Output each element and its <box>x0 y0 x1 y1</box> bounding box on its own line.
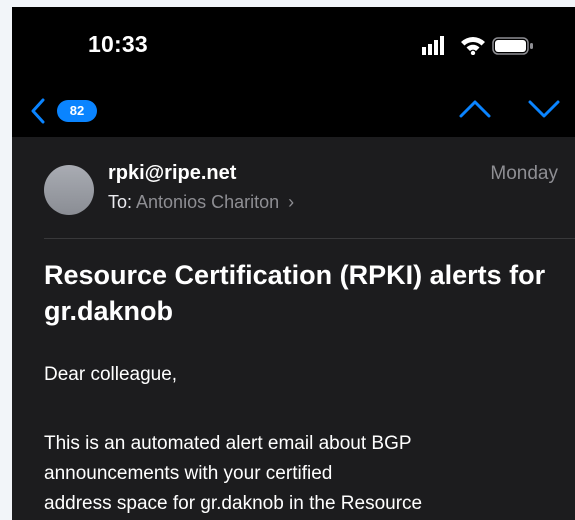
status-icons <box>422 35 562 56</box>
to-label: To: <box>108 192 133 212</box>
previous-message-button[interactable] <box>458 98 492 125</box>
recipient-name: Antonios Chariton <box>136 192 280 212</box>
chevron-left-icon <box>30 98 46 129</box>
unread-count-badge: 82 <box>57 100 97 122</box>
recipient-line[interactable]: To: Antonios Chariton › <box>108 192 294 213</box>
message-body: This is an automated alert email about B… <box>44 429 564 519</box>
signal-icon <box>422 35 452 60</box>
status-time: 10:33 <box>88 31 148 57</box>
battery-icon <box>492 37 534 60</box>
wifi-icon <box>460 35 486 60</box>
message-view: rpki@ripe.net Monday To: Antonios Charit… <box>12 137 575 520</box>
body-line: This is an automated alert email about B… <box>44 433 412 454</box>
avatar[interactable] <box>44 165 94 215</box>
status-bar: 10:33 <box>12 7 575 79</box>
back-button[interactable]: 82 <box>30 91 110 125</box>
body-line: announcements with your certified <box>44 463 333 484</box>
header-divider <box>44 238 575 239</box>
phone-screen: 10:33 82 rpki@ripe.net Monday To: Antoni… <box>12 7 575 520</box>
chevron-right-icon: › <box>288 192 295 212</box>
message-greeting: Dear colleague, <box>44 364 178 385</box>
sender-address[interactable]: rpki@ripe.net <box>108 162 236 185</box>
message-subject: Resource Certification (RPKI) alerts for… <box>44 260 546 326</box>
next-message-button[interactable] <box>527 98 561 125</box>
chevron-down-icon <box>528 100 560 118</box>
chevron-up-icon <box>459 100 491 118</box>
message-date: Monday <box>490 163 558 184</box>
navigation-bar: 82 <box>12 79 575 137</box>
body-line: address space for gr.daknob in the Resou… <box>44 493 423 514</box>
